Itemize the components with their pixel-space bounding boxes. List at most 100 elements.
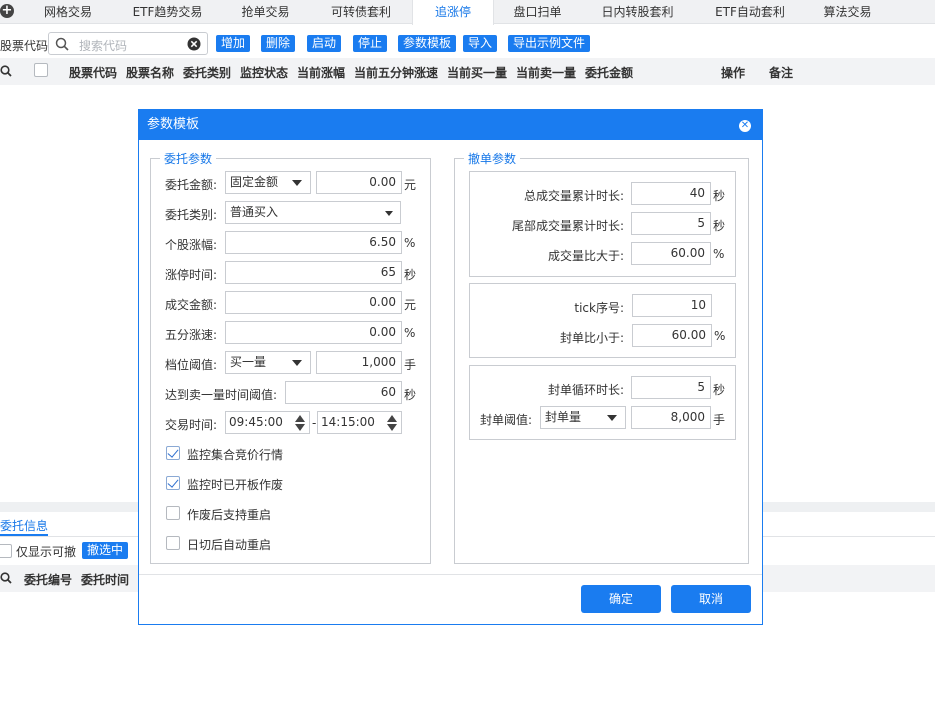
import-button[interactable]: 导入 — [463, 35, 498, 52]
col-stock-code: 股票代码 — [69, 66, 118, 80]
seal-ratio-unit: % — [714, 329, 726, 343]
cancel-params-legend: 撤单参数 — [464, 150, 521, 167]
close-icon[interactable]: ✕ — [739, 120, 751, 132]
amount-type-select[interactable]: 固定金额 — [225, 171, 311, 194]
level-input[interactable]: 1,000 — [316, 351, 402, 374]
col-ask1-volume: 当前卖一量 — [516, 66, 577, 80]
volume-ratio-input[interactable]: 60.00 — [631, 242, 711, 265]
category-select[interactable]: 普通买入 — [225, 201, 401, 224]
monitor-auction-label: 监控集合竞价行情 — [187, 448, 284, 462]
monitor-auction-checkbox[interactable] — [166, 446, 180, 460]
tail-time-input[interactable]: 5 — [631, 212, 711, 235]
limit-time-unit: 秒 — [404, 268, 417, 282]
amount-input[interactable]: 0.00 — [316, 171, 402, 194]
add-button[interactable]: 增加 — [216, 35, 251, 52]
category-label: 委托类别: — [165, 208, 218, 222]
tab-bar: + 网格交易 ETF趋势交易 抢单交易 可转债套利 追涨停 盘口扫单 日内转股套… — [0, 0, 935, 25]
threshold-type-select[interactable]: 封单量 — [540, 406, 626, 429]
param-template-button[interactable]: 参数模板 — [398, 35, 457, 52]
col-operation: 操作 — [721, 66, 746, 80]
trade-time-label: 交易时间: — [165, 418, 218, 432]
delete-button[interactable]: 删除 — [261, 35, 296, 52]
tab-convertible-arb[interactable]: 可转债套利 — [316, 0, 406, 24]
search-icon[interactable] — [0, 65, 12, 77]
tab-orderbook-sweep[interactable]: 盘口扫单 — [500, 0, 575, 24]
cycle-input[interactable]: 5 — [631, 376, 711, 399]
threshold-unit: 手 — [713, 413, 726, 427]
deal-amount-input[interactable]: 0.00 — [225, 291, 402, 314]
export-sample-button[interactable]: 导出示例文件 — [508, 35, 591, 52]
auto-restart-daily-label: 日切后自动重启 — [187, 538, 272, 552]
ok-button[interactable]: 确定 — [581, 585, 661, 613]
start-button[interactable]: 启动 — [307, 35, 342, 52]
level-label: 档位阈值: — [165, 358, 218, 372]
tick-label: tick序号: — [574, 301, 624, 315]
search-input[interactable]: 搜索代码 — [48, 32, 208, 55]
trade-end-time[interactable]: 14:15:00 — [317, 411, 402, 434]
threshold-label: 封单阈值: — [480, 413, 533, 427]
clear-icon[interactable] — [187, 37, 201, 51]
total-time-unit: 秒 — [713, 189, 726, 203]
seal-ratio-input[interactable]: 60.00 — [632, 324, 712, 347]
deal-amount-label: 成交金额: — [165, 298, 218, 312]
only-cancelable-checkbox[interactable] — [0, 544, 12, 558]
level-type-select[interactable]: 买一量 — [225, 351, 311, 374]
param-template-dialog: 参数模板 ✕ 委托参数 委托金额: 固定金额 0.00 元 委托类别: 普通买入… — [138, 109, 763, 625]
order-params-legend: 委托参数 — [160, 150, 217, 167]
limit-time-label: 涨停时间: — [165, 268, 218, 282]
amount-unit: 元 — [404, 178, 417, 192]
amount-label: 委托金额: — [165, 178, 218, 192]
restart-after-void-checkbox[interactable] — [166, 506, 180, 520]
tab-order-info[interactable]: 委托信息 — [0, 512, 48, 536]
speed-input[interactable]: 0.00 — [225, 321, 402, 344]
tab-algo-trade[interactable]: 算法交易 — [810, 0, 885, 24]
sell-time-label: 达到卖一量时间阈值: — [165, 388, 278, 402]
tab-chase-limit-up[interactable]: 追涨停 — [412, 0, 494, 25]
chevron-down-icon — [607, 415, 617, 421]
col-current-rise: 当前涨幅 — [297, 66, 346, 80]
only-cancelable-label: 仅显示可撤 — [16, 545, 77, 559]
deal-amount-unit: 元 — [404, 298, 417, 312]
tab-etf-trend[interactable]: ETF趋势交易 — [120, 0, 215, 24]
col-five-min-speed: 当前五分钟涨速 — [354, 66, 439, 80]
dialog-footer-divider — [139, 574, 762, 575]
dialog-title: 参数模板 — [139, 110, 762, 140]
trade-start-time[interactable]: 09:45:00 — [225, 411, 310, 434]
tail-time-unit: 秒 — [713, 219, 726, 233]
limit-time-input[interactable]: 65 — [225, 261, 402, 284]
volume-ratio-label: 成交量比大于: — [547, 249, 624, 263]
level-unit: 手 — [404, 358, 417, 372]
threshold-input[interactable]: 8,000 — [631, 406, 711, 429]
auto-restart-daily-checkbox[interactable] — [166, 536, 180, 550]
time-range-dash: - — [312, 416, 317, 430]
void-on-open-checkbox[interactable] — [166, 476, 180, 490]
tab-etf-auto-arb[interactable]: ETF自动套利 — [700, 0, 800, 24]
sell-time-input[interactable]: 60 — [285, 381, 402, 404]
tab-grid-trade[interactable]: 网格交易 — [28, 0, 108, 24]
select-all-checkbox[interactable] — [34, 63, 48, 77]
col-order-id: 委托编号 — [24, 573, 73, 587]
add-tab-icon[interactable]: + — [0, 4, 14, 18]
col-order-time: 委托时间 — [81, 573, 130, 587]
col-monitor-status: 监控状态 — [240, 66, 289, 80]
spinner-icon[interactable] — [387, 415, 397, 431]
chevron-down-icon — [292, 180, 302, 186]
search-icon — [55, 37, 69, 51]
spinner-icon[interactable] — [295, 415, 305, 431]
seal-ratio-label: 封单比小于: — [559, 331, 624, 345]
search-icon[interactable] — [0, 572, 12, 584]
chevron-down-icon — [385, 211, 393, 216]
restart-after-void-label: 作废后支持重启 — [187, 508, 272, 522]
tab-intraday-convert-arb[interactable]: 日内转股套利 — [590, 0, 685, 24]
total-time-input[interactable]: 40 — [631, 182, 711, 205]
rise-label: 个股涨幅: — [165, 238, 218, 252]
total-time-label: 总成交量累计时长: — [523, 189, 624, 203]
tab-grab-order[interactable]: 抢单交易 — [228, 0, 303, 24]
tick-input[interactable]: 10 — [632, 294, 712, 317]
cancel-button[interactable]: 取消 — [671, 585, 751, 613]
rise-input[interactable]: 6.50 — [225, 231, 402, 254]
col-order-category: 委托类别 — [183, 66, 232, 80]
stop-button[interactable]: 停止 — [353, 35, 388, 52]
cancel-selected-button[interactable]: 撤选中 — [82, 542, 129, 559]
speed-label: 五分涨速: — [165, 328, 218, 342]
